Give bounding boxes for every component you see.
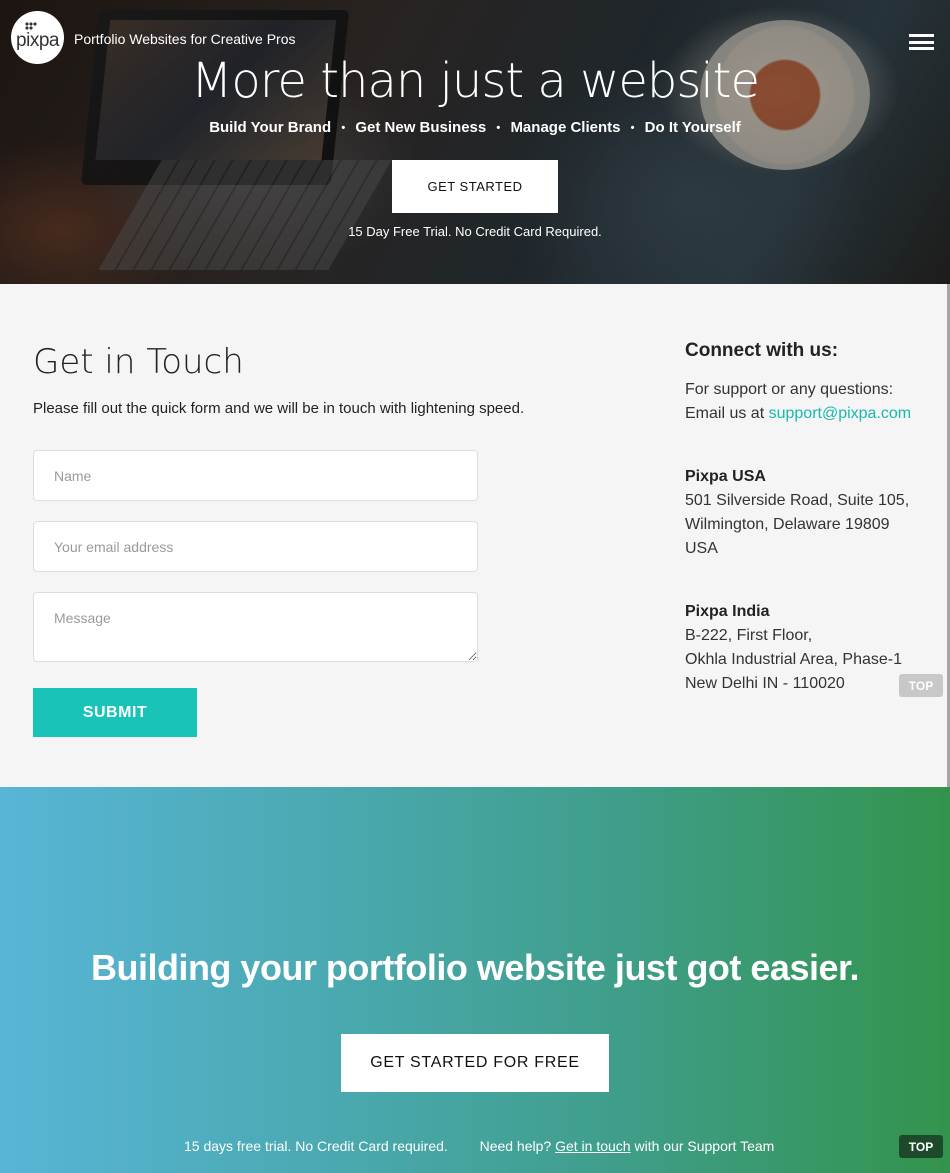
india-address-line: New Delhi IN - 110020 [685,675,845,692]
cta-banner: Building your portfolio website just got… [0,787,950,1173]
contact-section: Get in Touch Please fill out the quick f… [0,284,950,787]
india-address-line: Okhla Industrial Area, Phase-1 [685,651,903,668]
hero-trial-note: 15 Day Free Trial. No Credit Card Requir… [348,224,602,239]
scroll-top-button[interactable]: TOP [899,1135,943,1158]
name-input[interactable] [33,450,478,501]
hero-title: More than just a website [190,53,760,109]
site-tagline: Portfolio Websites for Creative Pros [74,31,296,47]
support-info: For support or any questions: Email us a… [685,378,911,426]
feature-diy: Do It Yourself [644,119,741,136]
feature-manage-clients: Manage Clients [510,119,621,136]
feature-new-business: Get New Business [355,119,487,136]
feature-separator: • [496,122,501,134]
usa-address-line: 501 Silverside Road, Suite 105, [685,492,910,509]
get-in-touch-link[interactable]: Get in touch [555,1138,631,1154]
usa-address-line: Wilmington, Delaware 19809 [685,516,890,533]
connect-title: Connect with us: [685,340,839,361]
support-line: For support or any questions: [685,381,894,398]
hero-section: pixpa Portfolio Websites for Creative Pr… [0,0,950,284]
get-started-button[interactable]: GET STARTED [392,160,558,213]
submit-button[interactable]: SUBMIT [33,688,197,737]
india-address: Pixpa India B-222, First Floor, Okhla In… [685,600,902,696]
banner-footer: 15 days free trial. No Credit Card requi… [184,1138,774,1154]
india-address-line: B-222, First Floor, [685,627,813,644]
india-office-name: Pixpa India [685,603,770,620]
feature-separator: • [341,122,346,134]
get-started-free-button[interactable]: GET STARTED FOR FREE [341,1034,609,1092]
help-prefix: Need help? [479,1138,552,1154]
usa-office-name: Pixpa USA [685,468,766,485]
hamburger-menu-icon[interactable] [909,34,934,50]
feature-build-brand: Build Your Brand [209,119,332,136]
scroll-top-button[interactable]: TOP [899,674,943,697]
hero-features: Build Your Brand • Get New Business • Ma… [0,119,950,136]
trial-note: 15 days free trial. No Credit Card requi… [184,1138,448,1154]
email-input[interactable] [33,521,478,572]
support-email-link[interactable]: support@pixpa.com [769,405,912,422]
banner-title: Building your portfolio website just got… [90,947,860,988]
logo-dots-icon [25,22,37,30]
email-prefix: Email us at [685,405,765,422]
logo-text: pixpa [16,29,59,51]
usa-address-line: USA [685,540,718,557]
contact-lead: Please fill out the quick form and we wi… [33,400,525,417]
feature-separator: • [630,122,635,134]
contact-title: Get in Touch [33,342,244,382]
usa-address: Pixpa USA 501 Silverside Road, Suite 105… [685,465,909,561]
message-textarea[interactable] [33,592,478,662]
help-suffix: with our Support Team [634,1138,775,1154]
